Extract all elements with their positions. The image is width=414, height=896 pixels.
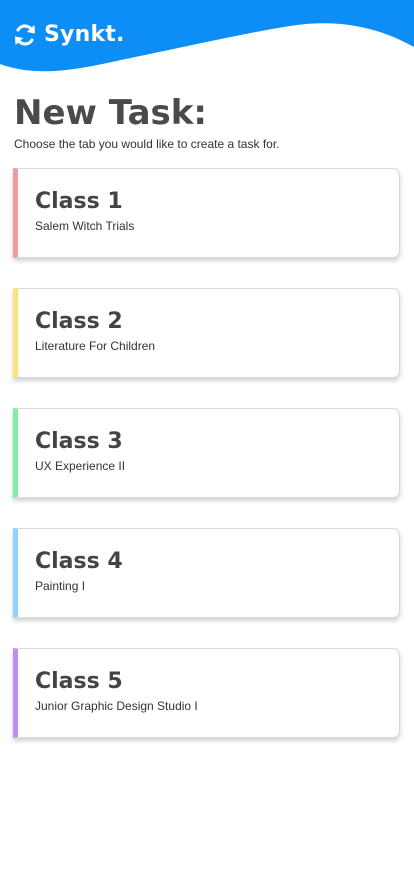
class-card-subtitle: Literature For Children (35, 339, 156, 353)
class-card-subtitle: Salem Witch Trials (35, 219, 135, 233)
class-card-title: Class 1 (35, 189, 123, 214)
class-card-subtitle: Painting I (35, 579, 86, 593)
class-card-1[interactable]: Class 1 Salem Witch Trials (13, 168, 400, 258)
brand-logo[interactable]: Synkt. (12, 22, 125, 48)
page-title: New Task: (14, 93, 207, 133)
class-card-title: Class 2 (35, 309, 123, 334)
class-card-title: Class 5 (35, 669, 123, 694)
class-card-title: Class 4 (35, 549, 123, 574)
brand-name: Synkt. (44, 22, 125, 47)
class-card-subtitle: Junior Graphic Design Studio I (35, 699, 198, 713)
class-list: Class 1 Salem Witch Trials Class 2 Liter… (13, 168, 400, 768)
class-card-title: Class 3 (35, 429, 123, 454)
app-header: Synkt. (0, 0, 414, 80)
class-card-3[interactable]: Class 3 UX Experience II (13, 408, 400, 498)
page-subtitle: Choose the tab you would like to create … (14, 137, 280, 151)
class-card-subtitle: UX Experience II (35, 459, 126, 473)
sync-icon (15, 24, 35, 46)
class-card-2[interactable]: Class 2 Literature For Children (13, 288, 400, 378)
class-card-5[interactable]: Class 5 Junior Graphic Design Studio I (13, 648, 400, 738)
class-card-4[interactable]: Class 4 Painting I (13, 528, 400, 618)
